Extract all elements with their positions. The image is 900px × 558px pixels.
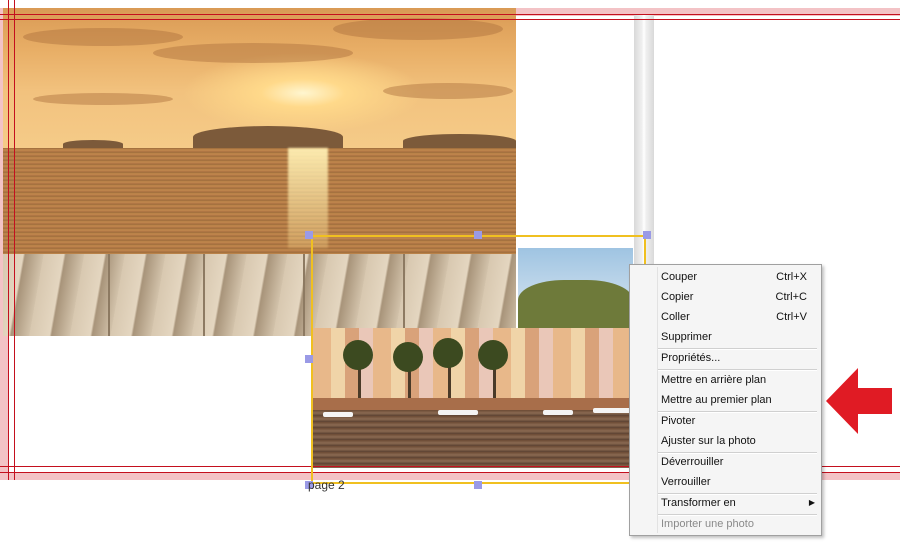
menu-item-copy[interactable]: Copier Ctrl+C xyxy=(632,287,819,307)
menu-item-label: Mettre en arrière plan xyxy=(661,374,767,386)
menu-item-label: Importer une photo xyxy=(661,518,754,530)
menu-item-fit-to-photo[interactable]: Ajuster sur la photo xyxy=(632,431,819,451)
menu-item-shortcut: Ctrl+V xyxy=(776,311,807,323)
menu-item-lock[interactable]: Verrouiller xyxy=(632,472,819,492)
deck-plank-line xyxy=(108,254,110,336)
page-label: page 2 xyxy=(308,478,345,492)
menu-item-label: Pivoter xyxy=(661,415,696,427)
photo-island xyxy=(403,134,516,148)
menu-item-label: Ajuster sur la photo xyxy=(661,435,756,447)
menu-item-label: Propriétés... xyxy=(661,352,721,364)
menu-item-bring-to-front[interactable]: Mettre au premier plan xyxy=(632,390,819,410)
menu-item-rotate[interactable]: Pivoter xyxy=(632,411,819,431)
photo-cloud xyxy=(383,83,513,99)
left-arrow-icon xyxy=(826,368,892,434)
resize-handle[interactable] xyxy=(643,231,651,239)
menu-item-send-to-back[interactable]: Mettre en arrière plan xyxy=(632,370,819,390)
menu-item-label: Transformer en xyxy=(661,497,736,509)
margin-guide xyxy=(0,14,900,15)
menu-item-label: Coller xyxy=(661,311,690,323)
photo-island xyxy=(193,126,343,148)
chevron-right-icon: ▶ xyxy=(808,498,815,507)
context-menu[interactable]: Couper Ctrl+X Copier Ctrl+C Coller Ctrl+… xyxy=(629,264,822,536)
menu-item-label: Déverrouiller xyxy=(661,456,724,468)
deck-plank-line xyxy=(303,254,305,336)
photo-cloud xyxy=(153,43,353,63)
menu-item-properties[interactable]: Propriétés... xyxy=(632,348,819,368)
menu-item-import-photo: Importer une photo xyxy=(632,514,819,534)
menu-item-shortcut: Ctrl+C xyxy=(775,291,807,303)
photo-cloud xyxy=(23,28,183,46)
photo-cloud xyxy=(333,18,503,40)
resize-handle[interactable] xyxy=(305,231,313,239)
menu-item-delete[interactable]: Supprimer xyxy=(632,327,819,347)
menu-item-transform-to[interactable]: Transformer en ▶ xyxy=(632,493,819,513)
selection-frame[interactable] xyxy=(311,235,646,484)
deck-plank-line xyxy=(203,254,205,336)
menu-item-shortcut: Ctrl+X xyxy=(776,271,807,283)
menu-item-unlock[interactable]: Déverrouiller xyxy=(632,452,819,472)
resize-handle[interactable] xyxy=(474,481,482,489)
menu-item-paste[interactable]: Coller Ctrl+V xyxy=(632,307,819,327)
margin-guide xyxy=(8,0,9,480)
menu-item-label: Verrouiller xyxy=(661,476,711,488)
margin-guide xyxy=(0,19,900,20)
photo-cloud xyxy=(33,93,173,105)
resize-handle[interactable] xyxy=(474,231,482,239)
menu-item-label: Supprimer xyxy=(661,331,712,343)
menu-item-label: Mettre au premier plan xyxy=(661,394,772,406)
menu-item-label: Copier xyxy=(661,291,694,303)
resize-handle[interactable] xyxy=(305,355,313,363)
menu-item-cut[interactable]: Couper Ctrl+X xyxy=(632,267,819,287)
menu-item-label: Couper xyxy=(661,271,698,283)
margin-guide xyxy=(14,0,15,480)
photo-island xyxy=(63,140,123,148)
